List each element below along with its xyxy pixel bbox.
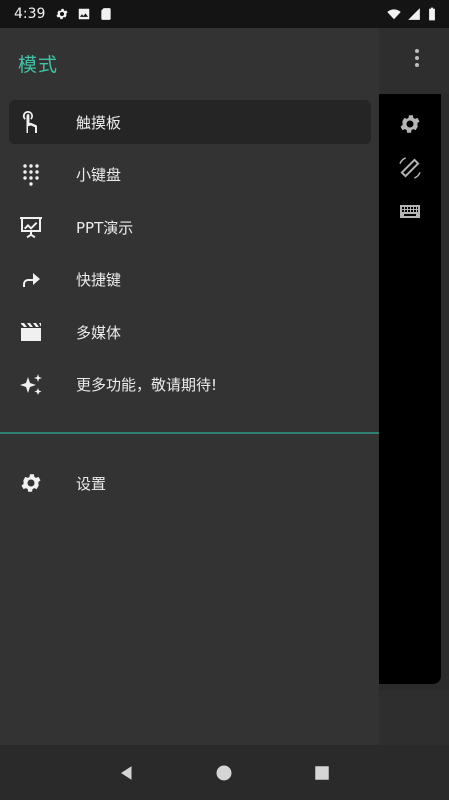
overflow-menu-button[interactable]	[405, 44, 429, 72]
screen-rotation-icon[interactable]	[396, 154, 424, 182]
wifi-icon	[387, 7, 401, 21]
status-time: 4:39	[14, 6, 46, 22]
signal-icon	[407, 7, 421, 21]
back-button[interactable]	[105, 751, 149, 795]
dialpad-icon	[19, 163, 43, 187]
side-tools	[393, 110, 427, 226]
system-navigation-bar	[0, 745, 449, 800]
menu-item-label: 快捷键	[76, 271, 122, 289]
menu-item-touchpad[interactable]: 触摸板	[9, 100, 371, 144]
settings-icon[interactable]	[396, 110, 424, 138]
recents-icon	[315, 765, 329, 780]
more-vert-icon	[415, 49, 419, 67]
menu-item-shortcuts[interactable]: 快捷键	[9, 258, 371, 302]
touchpad-gesture-icon	[19, 110, 43, 134]
mode-menu: 触摸板 小键盘 PPT演示 快捷键 多媒体 更多功能，敬请期待!	[9, 100, 371, 415]
drawer-divider	[0, 432, 379, 434]
recents-button[interactable]	[300, 751, 344, 795]
menu-item-label: 触摸板	[76, 113, 122, 132]
menu-item-label: PPT演示	[76, 218, 134, 237]
menu-item-ppt[interactable]: PPT演示	[9, 205, 371, 249]
gear-icon	[55, 7, 69, 21]
menu-item-multimedia[interactable]: 多媒体	[9, 310, 371, 354]
menu-item-coming-soon[interactable]: 更多功能，敬请期待!	[9, 363, 371, 407]
back-icon	[120, 765, 132, 780]
home-button[interactable]	[202, 751, 246, 795]
navigation-drawer: 模式 触摸板 小键盘 PPT演示 快捷键 多媒体 更多功能，敬请期待! 设置	[0, 28, 379, 745]
menu-item-label: 多媒体	[76, 323, 122, 342]
image-icon	[77, 7, 91, 21]
clapperboard-icon	[19, 320, 43, 344]
menu-item-label: 设置	[76, 474, 107, 493]
menu-item-dialpad[interactable]: 小键盘	[9, 153, 371, 197]
drawer-title: 模式	[18, 54, 59, 76]
keyboard-icon[interactable]	[396, 198, 424, 226]
presentation-icon	[19, 215, 43, 239]
home-icon	[216, 765, 232, 780]
settings-icon	[19, 471, 43, 495]
sd-card-icon	[99, 7, 113, 21]
status-bar: 4:39	[0, 0, 449, 28]
menu-item-settings[interactable]: 设置	[9, 461, 371, 505]
battery-icon	[427, 7, 437, 21]
shortcut-arrow-icon	[19, 268, 43, 292]
menu-item-label: 小键盘	[76, 166, 122, 184]
sparkles-icon	[19, 373, 43, 397]
app-bottom-strip	[379, 690, 449, 745]
menu-item-label: 更多功能，敬请期待!	[76, 376, 218, 394]
